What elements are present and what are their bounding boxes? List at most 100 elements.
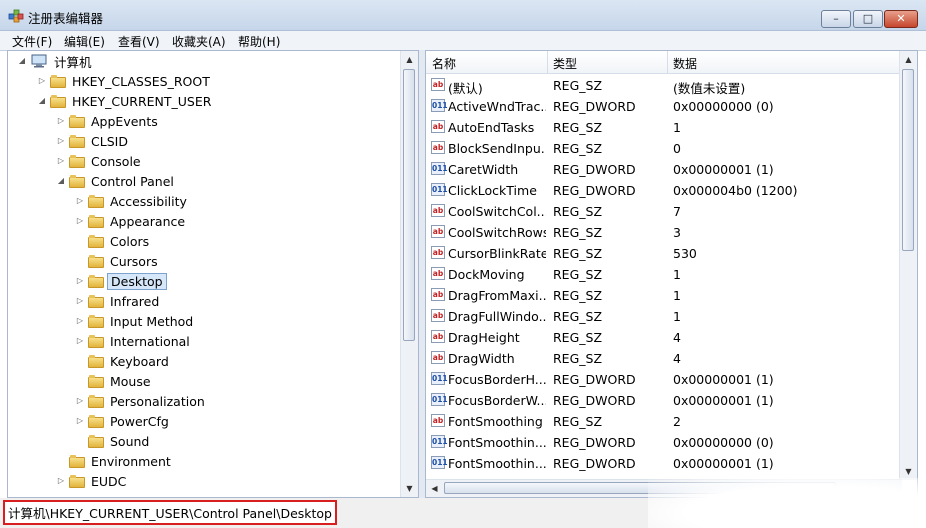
tree-item[interactable]: ▷ Console: [55, 151, 144, 171]
tree-item[interactable]: ◢ HKEY_CURRENT_USER: [36, 91, 214, 111]
collapse-icon[interactable]: ◢: [16, 55, 28, 67]
registry-value-row[interactable]: 011 FontSmoothin... REG_DWORD 0x00000001 (1…: [426, 453, 902, 474]
tree-item[interactable]: Mouse: [74, 371, 154, 391]
expand-icon[interactable]: ▷: [55, 135, 67, 147]
value-data: 0x00000001 (1): [673, 162, 774, 177]
column-header-data[interactable]: 数据: [673, 55, 697, 72]
registry-value-row[interactable]: 011 ClickLockTime REG_DWORD 0x000004b0 (120…: [426, 180, 902, 201]
registry-value-row[interactable]: ab CoolSwitchRows REG_SZ 3: [426, 222, 902, 243]
expand-icon[interactable]: ▷: [74, 415, 86, 427]
registry-value-row[interactable]: 011 FontSmoothin... REG_DWORD 0x00000000 (0…: [426, 432, 902, 453]
value-name: DragFullWindo...: [448, 309, 546, 324]
scroll-left-icon[interactable]: ◀: [426, 480, 443, 497]
value-type: REG_SZ: [553, 246, 603, 261]
menu-help[interactable]: 帮助(H): [238, 33, 280, 50]
minimize-icon: –: [833, 12, 839, 25]
registry-value-row[interactable]: ab AutoEndTasks REG_SZ 1: [426, 117, 902, 138]
minimize-button[interactable]: –: [821, 10, 851, 28]
value-type: REG_SZ: [553, 351, 603, 366]
expand-icon[interactable]: ▷: [55, 115, 67, 127]
collapse-icon[interactable]: ◢: [36, 95, 48, 107]
collapse-icon[interactable]: ◢: [55, 175, 67, 187]
value-type: REG_SZ: [553, 288, 603, 303]
column-header-name[interactable]: 名称: [432, 55, 456, 72]
value-data: 0: [673, 141, 681, 156]
folder-icon: [88, 214, 104, 228]
registry-value-row[interactable]: ab BlockSendInpu... REG_SZ 0: [426, 138, 902, 159]
string-value-icon: ab: [431, 330, 445, 343]
tree-item-label: Console: [91, 153, 141, 169]
registry-value-row[interactable]: ab FontSmoothing REG_SZ 2: [426, 411, 902, 432]
tree-item[interactable]: ▷ Personalization: [74, 391, 208, 411]
registry-value-row[interactable]: ab DragHeight REG_SZ 4: [426, 327, 902, 348]
tree-item-computer[interactable]: ◢ 计算机: [16, 51, 95, 71]
tree-item[interactable]: ▷ Desktop: [74, 271, 167, 291]
registry-value-row[interactable]: ab CoolSwitchCol... REG_SZ 7: [426, 201, 902, 222]
tree-item[interactable]: Colors: [74, 231, 152, 251]
values-vertical-scrollbar[interactable]: ▲ ▼: [899, 51, 917, 480]
registry-value-row[interactable]: 011 FocusBorderH... REG_DWORD 0x00000001 (1…: [426, 369, 902, 390]
value-name: CoolSwitchCol...: [448, 204, 546, 219]
close-icon: ✕: [896, 12, 906, 25]
registry-value-row[interactable]: ab (默认) REG_SZ (数值未设置): [426, 75, 902, 96]
values-pane[interactable]: 名称 类型 数据 ab (默认) REG_SZ (数值未设置) 011 ActiveWnd…: [425, 50, 918, 498]
registry-value-row[interactable]: 011 FocusBorderW... REG_DWORD 0x00000001 (1…: [426, 390, 902, 411]
expand-icon[interactable]: ▷: [74, 275, 86, 287]
expand-icon[interactable]: ▷: [55, 475, 67, 487]
tree-item[interactable]: ▷ HKEY_CLASSES_ROOT: [36, 71, 213, 91]
menu-edit[interactable]: 编辑(E): [64, 33, 105, 50]
registry-value-row[interactable]: 011 CaretWidth REG_DWORD 0x00000001 (1): [426, 159, 902, 180]
tree-item[interactable]: ▷ Infrared: [74, 291, 162, 311]
tree-item[interactable]: ▷ Input Method: [74, 311, 196, 331]
registry-value-row[interactable]: ab DragWidth REG_SZ 4: [426, 348, 902, 369]
tree-pane[interactable]: ◢ 计算机 ▷ HKEY_CLASSES_ROOT ◢ HKEY_CURRENT_US…: [7, 50, 419, 498]
registry-value-row[interactable]: 011 ActiveWndTrac... REG_DWORD 0x00000000 (…: [426, 96, 902, 117]
tree-item[interactable]: Environment: [55, 451, 174, 471]
value-type: REG_SZ: [553, 204, 603, 219]
tree-scrollbar[interactable]: ▲ ▼: [400, 51, 418, 497]
expand-icon[interactable]: ▷: [74, 315, 86, 327]
registry-value-row[interactable]: ab DragFromMaxi... REG_SZ 1: [426, 285, 902, 306]
registry-value-row[interactable]: ab DockMoving REG_SZ 1: [426, 264, 902, 285]
tree-item-label: Infrared: [110, 293, 160, 309]
scroll-up-icon[interactable]: ▲: [900, 51, 917, 68]
expand-icon[interactable]: ▷: [74, 335, 86, 347]
tree-item[interactable]: ▷ AppEvents: [55, 111, 161, 131]
binary-value-icon: 011: [431, 99, 448, 112]
expand-icon[interactable]: ▷: [74, 195, 86, 207]
expand-icon[interactable]: ▷: [74, 215, 86, 227]
tree-item[interactable]: ▷ EUDC: [55, 471, 129, 491]
registry-value-row[interactable]: ab CursorBlinkRate REG_SZ 530: [426, 243, 902, 264]
expand-icon[interactable]: ▷: [36, 75, 48, 87]
tree-item[interactable]: ▷ CLSID: [55, 131, 131, 151]
tree-item[interactable]: ▷ PowerCfg: [74, 411, 172, 431]
maximize-button[interactable]: □: [853, 10, 883, 28]
menu-favorites[interactable]: 收藏夹(A): [172, 33, 226, 50]
expand-icon[interactable]: ▷: [74, 395, 86, 407]
menu-view[interactable]: 查看(V): [118, 33, 160, 50]
tree-item[interactable]: ◢ Control Panel: [55, 171, 177, 191]
column-header-type[interactable]: 类型: [553, 55, 577, 72]
tree-item[interactable]: ▷ International: [74, 331, 193, 351]
registry-value-row[interactable]: ab DragFullWindo... REG_SZ 1: [426, 306, 902, 327]
scroll-up-icon[interactable]: ▲: [401, 51, 418, 68]
tree-item[interactable]: Keyboard: [74, 351, 172, 371]
scrollbar-thumb[interactable]: [403, 69, 415, 341]
tree-item-label: CLSID: [91, 133, 128, 149]
tree-item[interactable]: Cursors: [74, 251, 161, 271]
expand-icon[interactable]: ▷: [55, 155, 67, 167]
close-button[interactable]: ✕: [884, 10, 918, 28]
string-value-icon: ab: [431, 204, 445, 217]
tree-item[interactable]: ▷ Appearance: [74, 211, 188, 231]
scroll-down-icon[interactable]: ▼: [401, 480, 418, 497]
folder-icon: [88, 394, 104, 408]
tree-item[interactable]: Sound: [74, 431, 152, 451]
column-divider[interactable]: [667, 51, 668, 73]
tree-item[interactable]: ▷ Accessibility: [74, 191, 190, 211]
binary-value-icon: 011: [431, 393, 448, 406]
column-divider[interactable]: [547, 51, 548, 73]
value-name: FontSmoothin...: [448, 435, 546, 450]
menu-file[interactable]: 文件(F): [12, 33, 52, 50]
scrollbar-thumb[interactable]: [902, 69, 914, 251]
expand-icon[interactable]: ▷: [74, 295, 86, 307]
